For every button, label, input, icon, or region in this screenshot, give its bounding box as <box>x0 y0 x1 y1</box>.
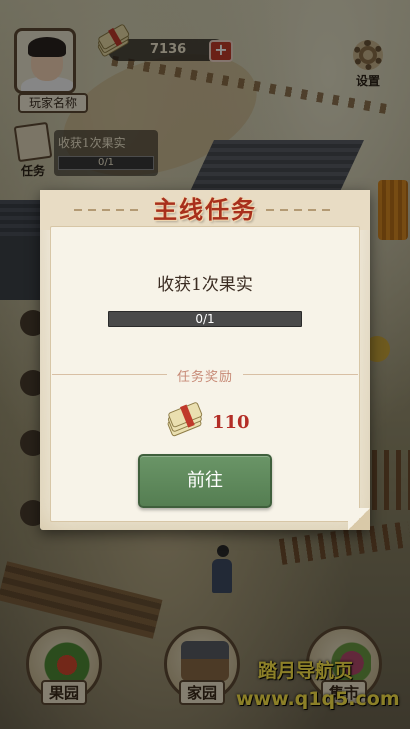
dialog-paper: 主线任务 收获1次果实 0/1 任务奖励 110 前往 <box>40 190 370 530</box>
reward-label-text: 任务奖励 <box>166 370 243 385</box>
reward-amount: 110 <box>212 412 250 433</box>
quest-progress-bar: 0/1 <box>108 311 302 327</box>
go-button[interactable]: 前往 <box>138 454 272 508</box>
page-curl <box>348 508 370 530</box>
dialog-title: 主线任务 <box>153 195 257 224</box>
main-quest-dialog: 主线任务 收获1次果实 0/1 任务奖励 110 前往 <box>40 178 370 530</box>
reward-section-label: 任务奖励 <box>40 366 370 385</box>
quest-name: 收获1次果实 <box>157 275 253 295</box>
quest-progress-text: 0/1 <box>195 312 215 326</box>
dialog-title-banner: 主线任务 <box>132 190 278 230</box>
